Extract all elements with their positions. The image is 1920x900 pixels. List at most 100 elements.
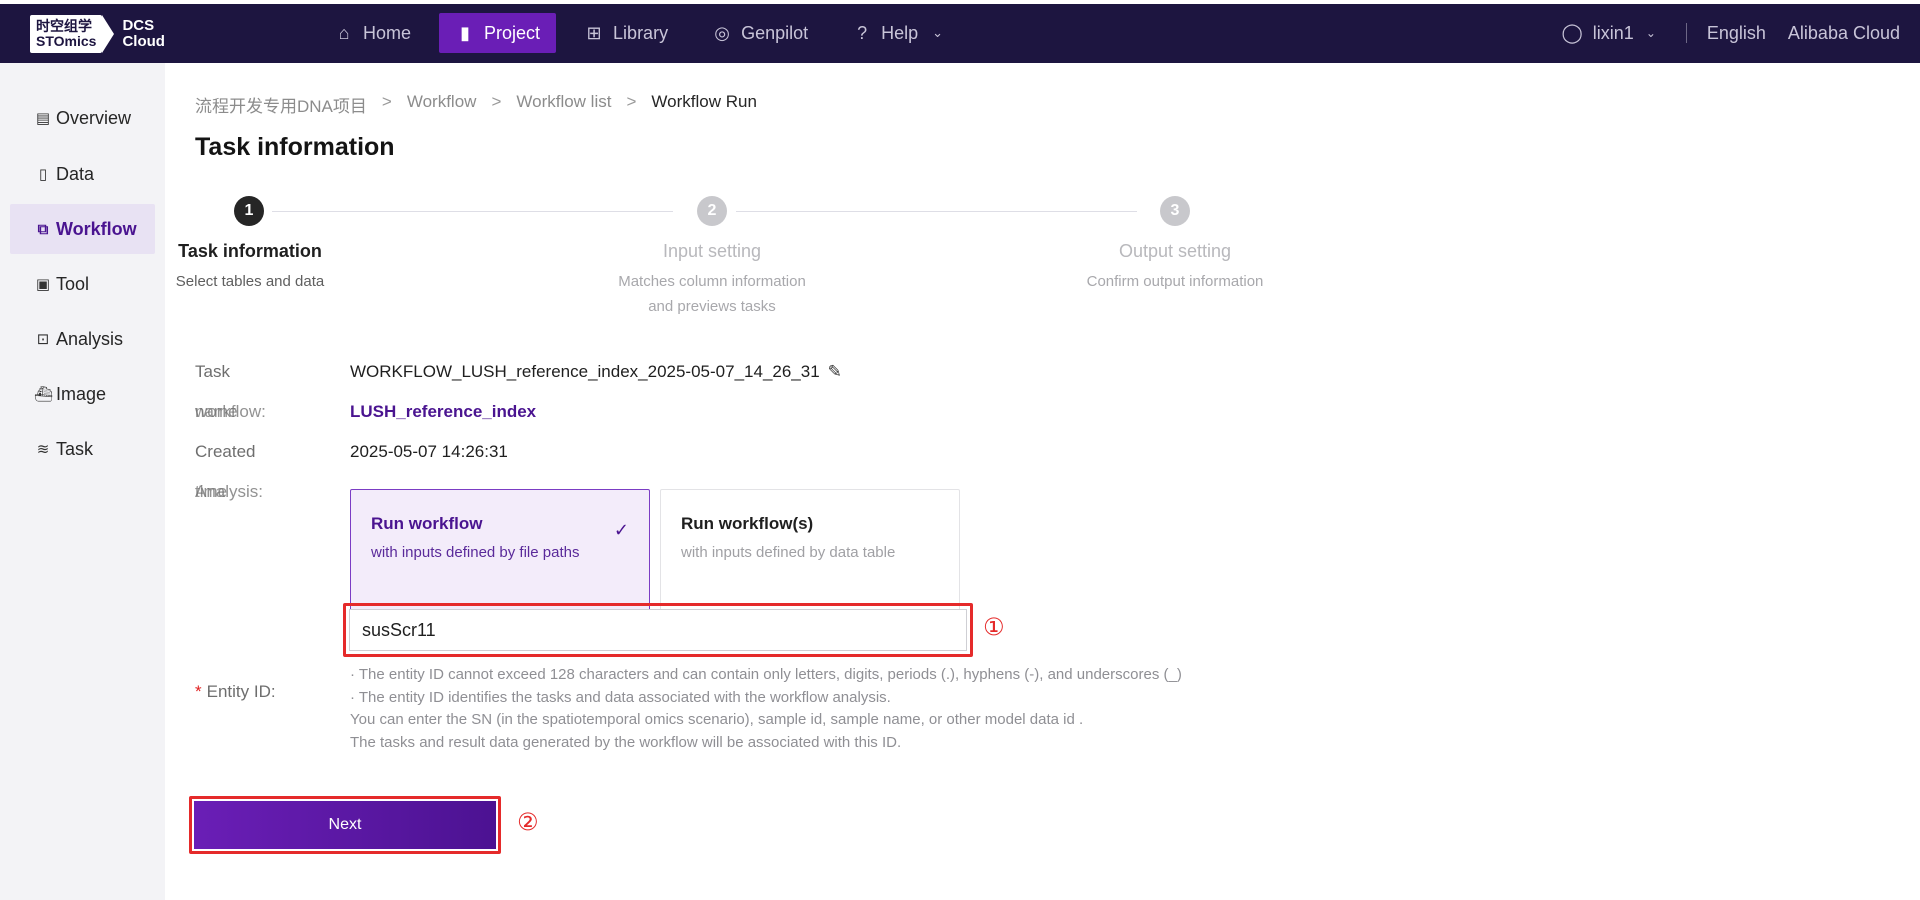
sidebar-item-analysis[interactable]: ⊡ Analysis <box>10 314 155 364</box>
breadcrumb-current: Workflow Run <box>651 92 757 111</box>
entity-id-label-text: Entity ID: <box>206 682 276 701</box>
hint-line: · The entity ID identifies the tasks and… <box>350 688 891 706</box>
sidebar: ▤ Overview ▯ Data ⧉ Workflow ▣ Tool ⊡ An… <box>0 63 165 900</box>
workflow-icon: ⧉ <box>37 220 49 238</box>
breadcrumb-separator: > <box>381 92 392 111</box>
nav-library[interactable]: ⊞ Library <box>568 13 684 53</box>
workflow-label-main: workflow: <box>195 402 266 421</box>
breadcrumb-separator: > <box>626 92 637 111</box>
document-icon: ▮ <box>460 22 470 43</box>
grid-icon: ⊞ <box>586 22 602 43</box>
sidebar-item-label: Analysis <box>56 328 124 349</box>
sidebar-item-label: Task <box>56 438 94 459</box>
entity-id-label: * Entity ID: <box>195 682 276 702</box>
user-menu[interactable]: ◯ lixin1 ⌄ <box>1562 22 1656 45</box>
breadcrumb-workflow-list[interactable]: Workflow list <box>516 92 611 117</box>
run-mode-card-data-table[interactable]: Run workflow(s) with inputs defined by d… <box>660 489 960 613</box>
sidebar-item-task[interactable]: ≋ Task <box>10 424 155 474</box>
sidebar-item-label: Workflow <box>56 218 137 239</box>
step-connector <box>272 211 673 212</box>
edit-icon[interactable]: ✎ <box>828 362 842 382</box>
sidebar-item-overview[interactable]: ▤ Overview <box>10 93 155 143</box>
user-name: lixin1 <box>1592 22 1634 43</box>
hint-line: You can enter the SN (in the spatiotempo… <box>350 711 1084 728</box>
sidebar-item-label: Overview <box>56 107 132 128</box>
created-label: Created <box>195 442 256 461</box>
step-1-title: Task information <box>178 241 322 261</box>
step-3-desc: Confirm output information <box>1086 273 1264 290</box>
logo-product-line-2: Cloud <box>122 33 165 50</box>
main-content: 流程开发专用DNA项目 > Workflow > Workflow list >… <box>165 63 1920 900</box>
nav-home-label: Home <box>363 22 412 43</box>
step-1-desc: Select tables and data <box>175 273 325 290</box>
top-navbar: 时空组学 STOmics DCS Cloud ⌂ Home ▮ Project … <box>0 4 1920 63</box>
entity-id-hints: · The entity ID cannot exceed 128 charac… <box>350 664 1182 754</box>
breadcrumb-project[interactable]: 流程开发专用DNA项目 <box>195 92 367 117</box>
card-title: Run workflow <box>371 514 483 533</box>
entity-id-input[interactable]: susScr11 <box>349 609 967 651</box>
hint-line: · The entity ID cannot exceed 128 charac… <box>350 666 1182 683</box>
workflow-label: name workflow: <box>195 402 266 422</box>
logo-line-2: STOmics <box>36 33 97 49</box>
brand-logo[interactable]: 时空组学 STOmics DCS Cloud <box>30 14 165 54</box>
question-icon: ? <box>857 22 868 43</box>
nav-genpilot[interactable]: ◎ Genpilot <box>696 13 824 53</box>
logo-line-1: 时空组学 <box>36 18 92 34</box>
task-name-text: WORKFLOW_LUSH_reference_index_2025-05-07… <box>350 362 820 381</box>
nav-genpilot-label: Genpilot <box>741 22 809 43</box>
analysis-label-main: Analysis: <box>195 482 264 501</box>
breadcrumb: 流程开发专用DNA项目 > Workflow > Workflow list >… <box>195 92 757 117</box>
card-subtitle: with inputs defined by file paths <box>371 544 580 561</box>
next-button-wrap: Next <box>194 801 496 849</box>
nav-project[interactable]: ▮ Project <box>439 13 557 53</box>
language-switch[interactable]: English <box>1707 23 1766 44</box>
image-frame-icon: ▣ <box>35 276 51 293</box>
analysis-label: time Analysis: <box>195 482 263 502</box>
step-2-desc-line-1: Matches column information <box>618 273 806 290</box>
logo-chevron <box>102 15 115 53</box>
logo-mark: 时空组学 STOmics <box>30 15 103 53</box>
created-value: 2025-05-07 14:26:31 <box>350 442 508 461</box>
step-2-number: 2 <box>697 196 727 226</box>
nav-help[interactable]: ? Help ⌄ <box>836 13 959 53</box>
main-nav: ⌂ Home ▮ Project ⊞ Library ◎ Genpilot ? … <box>318 13 971 53</box>
user-icon: ◯ <box>1561 22 1583 44</box>
sidebar-item-data[interactable]: ▯ Data <box>10 149 155 199</box>
sidebar-item-label: Tool <box>56 273 90 294</box>
workflow-name-link[interactable]: LUSH_reference_index <box>350 402 536 422</box>
file-icon: ▯ <box>38 166 48 183</box>
hint-line: The tasks and result data generated by t… <box>350 733 902 751</box>
next-button[interactable]: Next <box>194 801 496 849</box>
document-icon: ▤ <box>35 110 51 127</box>
docker-icon: ⛴ <box>34 386 54 403</box>
step-3-title: Output setting <box>1118 241 1232 261</box>
step-2-title: Input setting <box>662 241 762 261</box>
page-title: Task information <box>195 133 395 161</box>
required-marker: * <box>195 682 202 701</box>
annotation-marker-2: ② <box>517 808 539 836</box>
breadcrumb-workflow[interactable]: Workflow <box>407 92 477 117</box>
nav-home[interactable]: ⌂ Home <box>318 13 427 53</box>
nav-library-label: Library <box>613 22 669 43</box>
check-icon: ✓ <box>613 520 629 540</box>
layers-icon: ≋ <box>36 441 50 458</box>
header-right: ◯ lixin1 ⌄ English Alibaba Cloud <box>1562 13 1900 53</box>
card-subtitle: with inputs defined by data table <box>681 544 896 561</box>
sidebar-item-image[interactable]: ⛴ Image <box>10 369 155 419</box>
home-icon: ⌂ <box>338 22 350 43</box>
run-mode-card-file-paths[interactable]: Run workflow with inputs defined by file… <box>350 489 650 613</box>
logo-product: DCS Cloud <box>122 18 165 50</box>
aperture-icon: ◎ <box>714 22 730 43</box>
annotation-marker-1: ① <box>983 613 1005 641</box>
logo-product-line-1: DCS <box>122 17 155 34</box>
header-divider <box>1685 23 1687 43</box>
task-name-value: WORKFLOW_LUSH_reference_index_2025-05-07… <box>350 362 842 382</box>
nav-help-label: Help <box>881 22 919 43</box>
breadcrumb-separator: > <box>491 92 502 111</box>
sidebar-item-label: Data <box>56 163 95 184</box>
card-title: Run workflow(s) <box>681 514 814 533</box>
step-2-desc-line-2: and previews tasks <box>648 298 776 315</box>
step-connector <box>736 211 1137 212</box>
cloud-switch[interactable]: Alibaba Cloud <box>1788 23 1900 44</box>
code-icon: ⊡ <box>36 331 50 348</box>
